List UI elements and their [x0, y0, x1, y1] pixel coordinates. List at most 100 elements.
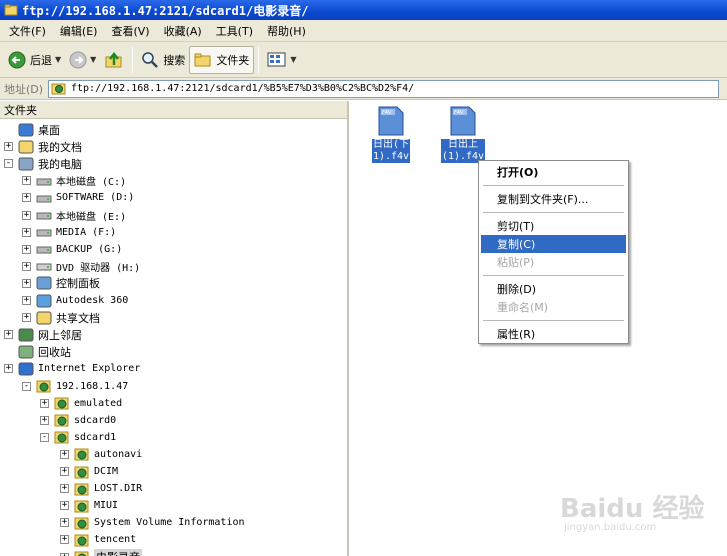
- expand-toggle[interactable]: +: [22, 227, 31, 237]
- expand-toggle[interactable]: +: [4, 330, 13, 340]
- tree-item[interactable]: + BACKUP (G:): [22, 241, 122, 258]
- file-badge: F4V: [382, 110, 392, 116]
- expand-toggle[interactable]: +: [40, 415, 49, 425]
- search-label: 搜索: [163, 53, 186, 67]
- tree-item[interactable]: + 本地磁盘 (C:): [22, 172, 126, 189]
- expand-toggle[interactable]: +: [60, 518, 69, 528]
- expand-toggle[interactable]: +: [60, 535, 69, 545]
- expand-toggle[interactable]: +: [60, 552, 69, 556]
- back-dropdown-icon[interactable]: ▼: [55, 55, 61, 64]
- folders-button[interactable]: 文件夹: [189, 45, 255, 74]
- menu-view[interactable]: 查看(V): [104, 23, 156, 39]
- forward-button[interactable]: ▼: [65, 46, 100, 74]
- menu-tools[interactable]: 工具(T): [209, 23, 260, 39]
- tree-item[interactable]: 回收站: [4, 343, 71, 360]
- expand-toggle[interactable]: +: [60, 467, 69, 476]
- tree-item[interactable]: + emulated: [40, 395, 122, 412]
- folder-pane: 文件夹 桌面 + 我的文档 - 我的电脑 + 本地磁盘 (C:) + SOFTWARE (D:)…: [0, 101, 349, 556]
- context-menu-item[interactable]: 删除(D): [481, 280, 626, 298]
- drive-icon: [36, 229, 52, 237]
- tree-item[interactable]: - 我的电脑: [4, 155, 82, 172]
- tree-item[interactable]: + LOST.DIR: [60, 480, 142, 497]
- expand-toggle[interactable]: +: [4, 142, 13, 152]
- file-item[interactable]: F4V 日出(下 1).f4v: [361, 105, 421, 163]
- ftp-folder-icon: [74, 483, 89, 496]
- tree-item[interactable]: + 共享文档: [22, 309, 100, 326]
- context-menu-item[interactable]: 剪切(T): [481, 217, 626, 235]
- expand-toggle[interactable]: +: [22, 261, 31, 271]
- context-menu-item[interactable]: 复制(C): [481, 235, 626, 253]
- ftp-folder-icon: [74, 466, 89, 478]
- collapse-toggle[interactable]: -: [40, 432, 49, 442]
- tree-item[interactable]: + Internet Explorer: [4, 360, 140, 377]
- menu-edit[interactable]: 编辑(E): [53, 23, 105, 39]
- expand-toggle[interactable]: +: [22, 244, 31, 254]
- tree-item[interactable]: + 电影录音: [60, 549, 142, 556]
- tree-item[interactable]: + MEDIA (F:): [22, 224, 116, 241]
- tree-item[interactable]: + sdcard0: [40, 412, 116, 429]
- tree-item[interactable]: - 192.168.1.47: [22, 378, 128, 395]
- tree-item[interactable]: + SOFTWARE (D:): [22, 189, 134, 206]
- expand-toggle[interactable]: +: [22, 278, 31, 288]
- watermark-text: Baidu 经验: [560, 494, 705, 524]
- up-button[interactable]: [100, 46, 128, 74]
- recycle-bin-icon: [18, 345, 34, 359]
- context-menu-item: 粘贴(P): [497, 256, 535, 269]
- expand-toggle[interactable]: +: [22, 193, 31, 203]
- search-button[interactable]: 搜索: [137, 46, 189, 74]
- back-button[interactable]: 后退 ▼: [4, 46, 65, 74]
- tree-item[interactable]: 桌面: [4, 121, 60, 138]
- expand-toggle[interactable]: +: [22, 176, 31, 186]
- tree-item-label: MEDIA (F:): [56, 226, 117, 238]
- tree-item-label: System Volume Information: [94, 517, 245, 529]
- views-button[interactable]: ▼: [263, 46, 300, 74]
- tree-item[interactable]: + tencent: [60, 531, 136, 548]
- views-dropdown-icon[interactable]: ▼: [290, 55, 296, 64]
- tree-item[interactable]: + DCIM: [60, 463, 118, 480]
- file-item[interactable]: F4V 日出上 (1).f4v: [433, 105, 493, 163]
- context-menu-item[interactable]: 复制到文件夹(F)...: [481, 190, 626, 208]
- forward-dropdown-icon[interactable]: ▼: [90, 55, 96, 64]
- expand-toggle[interactable]: +: [4, 364, 13, 374]
- tree-item-label: 共享文档: [56, 311, 100, 325]
- toolbar: 后退 ▼ ▼ 搜索 文件夹 ▼: [0, 42, 727, 78]
- tree-item[interactable]: + 我的文档: [4, 138, 82, 155]
- expand-toggle[interactable]: +: [22, 210, 31, 220]
- tree-item-label: 桌面: [38, 123, 60, 137]
- folders-label: 文件夹: [216, 53, 250, 67]
- tree-item[interactable]: - sdcard1: [40, 429, 116, 446]
- tree-item-label: MIUI: [94, 500, 119, 512]
- tree-item-label: 电影录音: [94, 549, 142, 556]
- tree-item[interactable]: + System Volume Information: [60, 514, 245, 531]
- ftp-folder-icon: [51, 83, 66, 94]
- tree-item[interactable]: + autonavi: [60, 446, 142, 463]
- address-value: ftp://192.168.1.47:2121/sdcard1/%B5%E7%D…: [71, 83, 415, 94]
- tree-item[interactable]: + 本地磁盘 (E:): [22, 207, 126, 224]
- tree-item-label: 本地磁盘 (C:): [56, 177, 127, 189]
- expand-toggle[interactable]: +: [22, 313, 31, 323]
- context-menu-item[interactable]: 打开(O): [481, 163, 626, 181]
- expand-toggle[interactable]: +: [22, 296, 31, 305]
- collapse-toggle[interactable]: -: [22, 381, 31, 391]
- context-menu-item[interactable]: 属性(R): [481, 325, 626, 343]
- address-field[interactable]: ftp://192.168.1.47:2121/sdcard1/%B5%E7%D…: [48, 79, 719, 98]
- computer-icon: [18, 157, 34, 171]
- tree-item[interactable]: + 控制面板: [22, 275, 100, 292]
- ftp-folder-icon: [74, 551, 89, 556]
- address-label: 地址(D): [4, 82, 44, 96]
- expand-toggle[interactable]: +: [60, 449, 69, 459]
- ftp-folder-icon: [74, 448, 89, 461]
- tree-item[interactable]: + Autodesk 360: [22, 292, 128, 309]
- collapse-toggle[interactable]: -: [4, 159, 13, 169]
- menu-file[interactable]: 文件(F): [2, 23, 53, 39]
- menu-help[interactable]: 帮助(H): [260, 23, 313, 39]
- expand-toggle[interactable]: +: [40, 398, 49, 408]
- tree-item[interactable]: + 网上邻居: [4, 326, 82, 343]
- tree-item[interactable]: + MIUI: [60, 497, 118, 514]
- tree-item[interactable]: + DVD 驱动器 (H:): [22, 258, 140, 275]
- tree-item-label: Internet Explorer: [38, 363, 141, 375]
- menu-favorites[interactable]: 收藏(A): [157, 23, 209, 39]
- expand-toggle[interactable]: +: [60, 501, 69, 511]
- menu-separator: [483, 320, 624, 321]
- expand-toggle[interactable]: +: [60, 484, 69, 494]
